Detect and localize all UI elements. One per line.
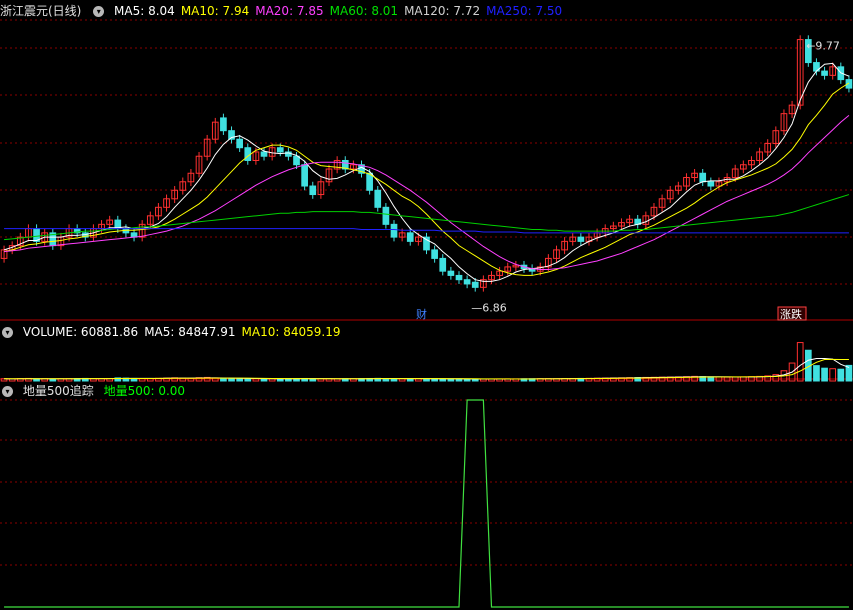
volume-ma-line-ma5	[4, 357, 850, 380]
event-marker-left: 财	[416, 307, 427, 321]
indicator-line	[4, 399, 849, 608]
candle-body	[309, 185, 317, 196]
chart-window: { "header": { "stock_title": "浙江震元(日线)",…	[0, 0, 853, 610]
candle-body	[821, 70, 828, 76]
candle-body	[699, 172, 707, 183]
candle-body	[447, 270, 455, 276]
candle-body	[439, 257, 447, 272]
volume-bar	[845, 364, 853, 382]
candle-body	[382, 206, 390, 225]
candle-body	[244, 147, 252, 161]
candle-body	[455, 274, 463, 281]
low-price-label: —6.86	[471, 301, 507, 314]
volume-bar	[228, 377, 235, 382]
candle-body	[463, 279, 471, 285]
volume-bar	[49, 378, 57, 382]
candle-body	[260, 151, 268, 157]
volume-bar	[138, 378, 146, 382]
volume-bar	[244, 378, 252, 382]
candle-body	[220, 117, 227, 132]
high-price-label: ←9.77	[806, 40, 840, 53]
volume-bar	[813, 365, 820, 382]
candle-body	[301, 164, 308, 187]
candle-body	[236, 138, 243, 149]
volume-bar	[236, 378, 243, 382]
candle-body	[390, 223, 398, 238]
candle-body	[374, 189, 382, 208]
candle-body	[406, 232, 414, 242]
candle-body	[707, 181, 715, 187]
event-marker-right: 涨跌	[780, 307, 802, 321]
volume-bar	[837, 368, 845, 382]
volume-ma-line-ma10	[4, 358, 849, 380]
candle-body	[423, 236, 430, 251]
candle-body	[431, 249, 438, 259]
candle-body	[471, 281, 479, 288]
candle-body	[293, 155, 300, 166]
chart-canvas: ←9.77 —6.86 财 涨跌	[0, 19, 853, 608]
candle-body	[276, 147, 284, 153]
volume-bar	[252, 378, 260, 382]
candle-body	[577, 236, 585, 242]
volume-bar	[821, 367, 828, 382]
volume-bar	[796, 342, 804, 382]
